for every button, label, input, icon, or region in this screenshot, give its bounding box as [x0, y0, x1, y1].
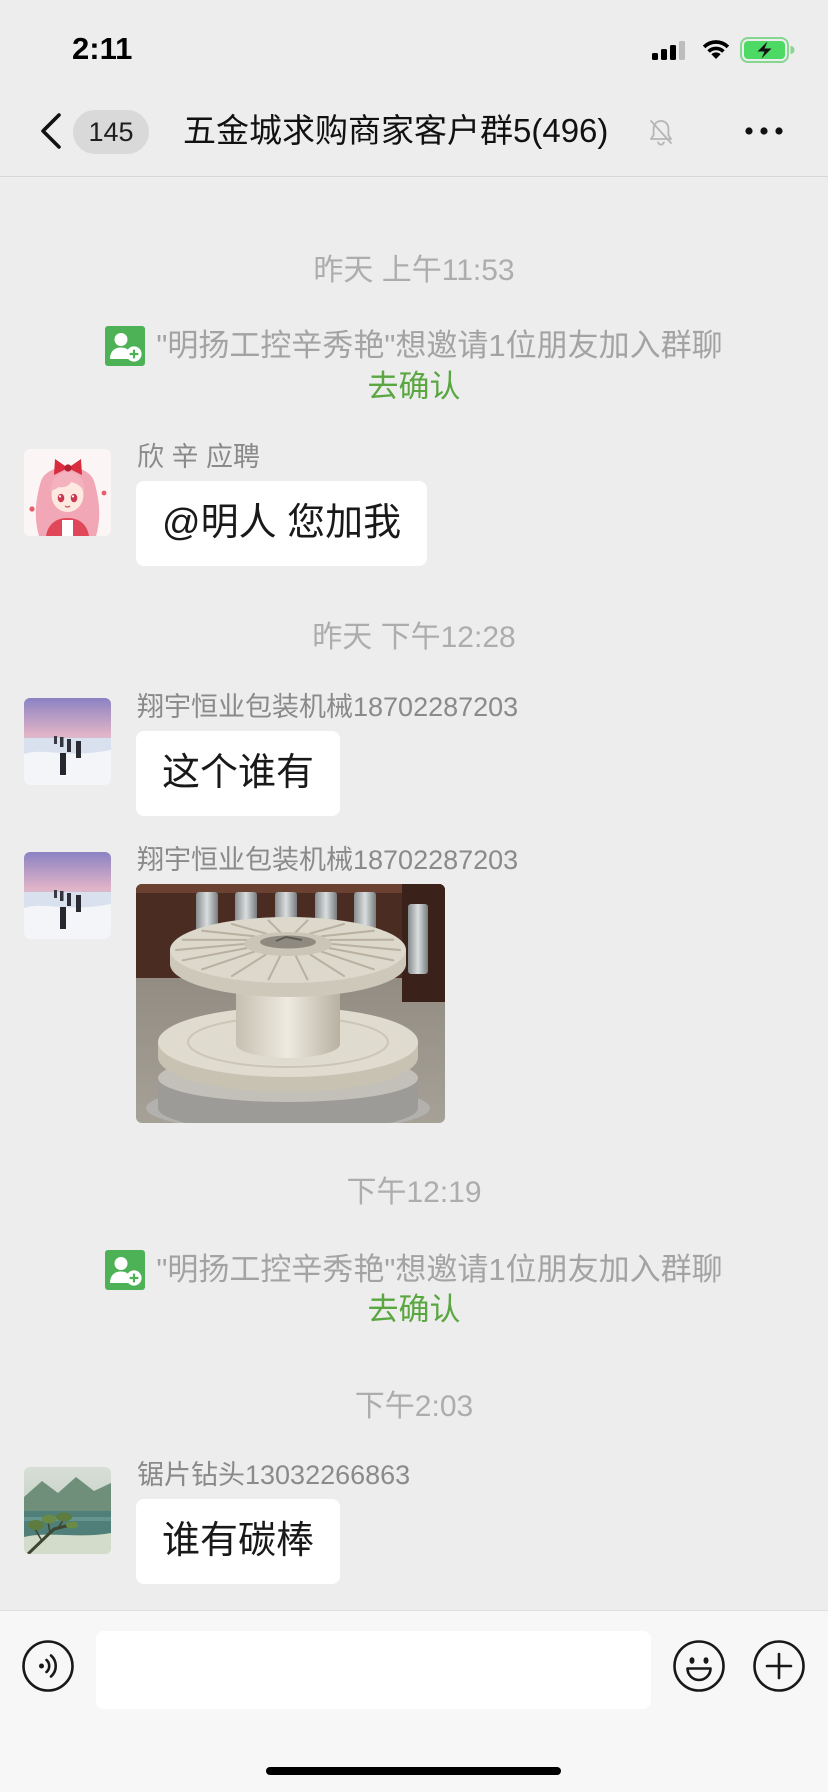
- confirm-invite-row: 去确认: [0, 1290, 828, 1330]
- emoji-icon[interactable]: [672, 1639, 726, 1693]
- cellular-signal-icon: [652, 41, 685, 60]
- message-bubble[interactable]: @明人 您加我: [136, 481, 428, 566]
- wifi-icon: [702, 40, 730, 59]
- avatar[interactable]: [24, 1467, 111, 1554]
- avatar[interactable]: [24, 698, 111, 785]
- home-indicator: [266, 1767, 561, 1775]
- more-dots-icon[interactable]: [742, 122, 786, 140]
- system-notice: "明扬工控辛秀艳"想邀请1位朋友加入群聊: [0, 326, 828, 366]
- timestamp: 下午12:19: [346, 1176, 482, 1209]
- sender-name: 欣 辛 应聘: [137, 442, 261, 472]
- header-divider: [0, 176, 828, 177]
- confirm-invite-row: 去确认: [0, 367, 828, 407]
- system-notice-text: "明扬工控辛秀艳"想邀请1位朋友加入群聊: [156, 328, 723, 363]
- timestamp: 下午2:03: [354, 1390, 474, 1423]
- unread-count-badge[interactable]: 145: [73, 110, 149, 154]
- status-time: 2:11: [72, 31, 133, 66]
- bell-off-icon: [650, 120, 672, 146]
- system-notice-text: "明扬工控辛秀艳"想邀请1位朋友加入群聊: [156, 1252, 723, 1287]
- battery-charging-icon: [740, 37, 795, 63]
- sender-name: 翔宇恒业包装机械18702287203: [137, 845, 519, 875]
- wechat-group-chat-screen: 2:11 145 五金城求购商家客户群5(496) 昨天 上午11:53 "明扬…: [0, 0, 828, 1792]
- add-member-icon: [105, 1250, 146, 1290]
- message-bubble[interactable]: 谁有碳棒: [136, 1499, 341, 1584]
- message-image[interactable]: [136, 884, 445, 1123]
- timestamp: 昨天 下午12:28: [312, 621, 516, 654]
- system-notice: "明扬工控辛秀艳"想邀请1位朋友加入群聊: [0, 1250, 828, 1290]
- plus-circle-icon[interactable]: [752, 1639, 806, 1693]
- confirm-invite-link[interactable]: 去确认: [368, 369, 461, 404]
- voice-input-icon[interactable]: [21, 1639, 75, 1693]
- avatar[interactable]: [24, 852, 111, 939]
- confirm-invite-link[interactable]: 去确认: [368, 1292, 461, 1327]
- add-member-icon: [105, 326, 146, 366]
- message-input[interactable]: [96, 1631, 651, 1709]
- chevron-left-icon[interactable]: [38, 112, 64, 150]
- chat-title: 五金城求购商家客户群5(496): [183, 112, 609, 149]
- timestamp: 昨天 上午11:53: [313, 254, 515, 287]
- sender-name: 翔宇恒业包装机械18702287203: [137, 692, 519, 722]
- message-composer: [0, 1610, 828, 1792]
- message-bubble[interactable]: 这个谁有: [136, 731, 341, 816]
- sender-name: 锯片钻头13032266863: [137, 1460, 411, 1490]
- avatar[interactable]: [24, 449, 111, 536]
